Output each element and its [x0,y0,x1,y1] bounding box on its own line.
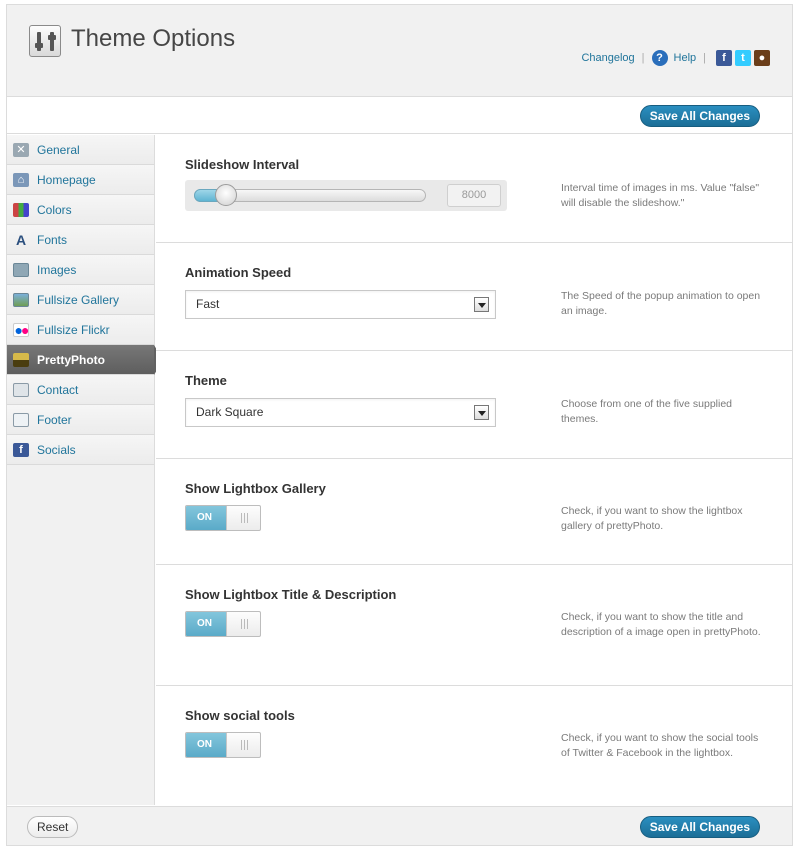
toggle-on-label: ON [186,612,226,636]
sidebar-item-label: Fullsize Gallery [37,292,120,307]
sidebar-item-label: Footer [37,412,72,427]
footer-icon [13,412,29,427]
option-title: Theme [185,373,227,388]
option-title: Show social tools [185,708,295,723]
toggle-handle[interactable] [226,733,260,757]
option-animation-speed: Animation Speed Fast The Speed of the po… [156,243,792,351]
sidebar-item-fullsize-gallery[interactable]: Fullsize Gallery [7,285,154,315]
images-icon [13,262,29,277]
option-description: Check, if you want to show the social to… [561,732,759,759]
lightbox-title-toggle[interactable]: ON [185,611,261,637]
option-description: Interval time of images in ms. Value "fa… [561,182,760,209]
slideshow-interval-slider[interactable]: 8000 [185,180,507,211]
slider-handle[interactable] [215,184,238,206]
flickr-icon: ●● [13,321,30,338]
theme-select[interactable]: Dark Square [185,398,496,427]
toggle-on-label: ON [186,506,226,530]
options-content: Slideshow Interval 8000 Interval time of… [156,135,792,805]
toggle-handle[interactable] [226,612,260,636]
sidebar-item-general[interactable]: ✕ General [7,135,154,165]
chevron-down-icon[interactable] [474,405,489,420]
selected-value: Dark Square [196,405,264,419]
chevron-down-icon[interactable] [474,297,489,312]
option-slideshow-interval: Slideshow Interval 8000 Interval time of… [156,135,792,243]
sidebar-item-images[interactable]: Images [7,255,154,285]
top-save-bar: Save All Changes [7,98,792,134]
toggle-on-label: ON [186,733,226,757]
option-description: Check, if you want to show the title and… [561,611,761,638]
sidebar-item-footer[interactable]: Footer [7,405,154,435]
reset-button[interactable]: Reset [27,816,79,838]
save-all-changes-button[interactable]: Save All Changes [639,816,760,838]
sidebar-item-fullsize-flickr[interactable]: ●● Fullsize Flickr [7,315,154,345]
sidebar-item-label: General [37,142,80,157]
prettyphoto-icon [13,352,29,367]
option-title: Show Lightbox Gallery [185,481,326,496]
twitter-icon[interactable]: t [735,50,751,66]
help-link[interactable]: Help [674,52,697,64]
sliders-icon [29,25,61,57]
option-show-lightbox-title-description: Show Lightbox Title & Description ON Che… [156,565,792,686]
help-icon[interactable]: ? [651,50,668,66]
sidebar-item-label: PrettyPhoto [37,352,106,367]
option-show-social-tools: Show social tools ON Check, if you want … [156,686,792,805]
theme-options-panel: Theme Options Changelog | ? Help | f t ●… [6,4,793,846]
palette-icon [13,202,29,217]
tools-icon: ✕ [13,142,29,157]
changelog-link[interactable]: Changelog [581,52,634,64]
option-description: Check, if you want to show the lightbox … [561,505,743,532]
sidebar-item-prettyphoto[interactable]: PrettyPhoto [7,345,163,375]
lightbox-gallery-toggle[interactable]: ON [185,505,261,531]
toggle-handle[interactable] [226,506,260,530]
sidebar-item-label: Colors [37,202,72,217]
separator: | [641,52,645,64]
sidebar-item-socials[interactable]: f Socials [7,435,154,465]
sidebar-item-label: Contact [37,382,79,397]
animation-speed-select[interactable]: Fast [185,290,496,319]
contact-card-icon [13,382,29,397]
sidebar-item-label: Fonts [37,232,68,247]
option-description: The Speed of the popup animation to open… [561,290,761,317]
option-title: Slideshow Interval [185,157,300,172]
option-show-lightbox-gallery: Show Lightbox Gallery ON Check, if you w… [156,459,792,565]
page-title: Theme Options [71,25,236,52]
header-links: Changelog | ? Help | f t ● [581,50,770,66]
gallery-icon [13,292,29,307]
sidebar-item-label: Fullsize Flickr [37,322,110,337]
sidebar-item-label: Socials [37,442,76,457]
option-title: Show Lightbox Title & Description [185,587,397,602]
font-icon: A [15,231,27,248]
sidebar-item-contact[interactable]: Contact [7,375,154,405]
sidebar-item-homepage[interactable]: ⌂ Homepage [7,165,154,195]
separator: | [703,52,706,64]
option-theme: Theme Dark Square Choose from one of the… [156,351,792,459]
social-tools-toggle[interactable]: ON [185,732,261,758]
facebook-icon[interactable]: f [716,50,732,66]
save-all-changes-button[interactable]: Save All Changes [639,105,760,127]
facebook-icon: f [13,442,29,457]
sidebar-item-label: Homepage [37,172,96,187]
sidebar-item-label: Images [37,262,77,277]
cookie-icon[interactable]: ● [754,50,770,66]
sidebar-item-fonts[interactable]: A Fonts [7,225,154,255]
home-icon: ⌂ [13,172,29,187]
panel-header: Theme Options Changelog | ? Help | f t ● [7,5,792,97]
sidebar-item-colors[interactable]: Colors [7,195,154,225]
panel-footer: Reset Save All Changes [7,806,792,845]
slideshow-interval-value[interactable]: 8000 [447,184,501,207]
option-title: Animation Speed [185,265,292,280]
sidebar-nav: ✕ General ⌂ Homepage Colors A Fonts Imag… [7,135,163,805]
selected-value: Fast [196,297,220,311]
option-description: Choose from one of the five supplied the… [561,398,733,425]
